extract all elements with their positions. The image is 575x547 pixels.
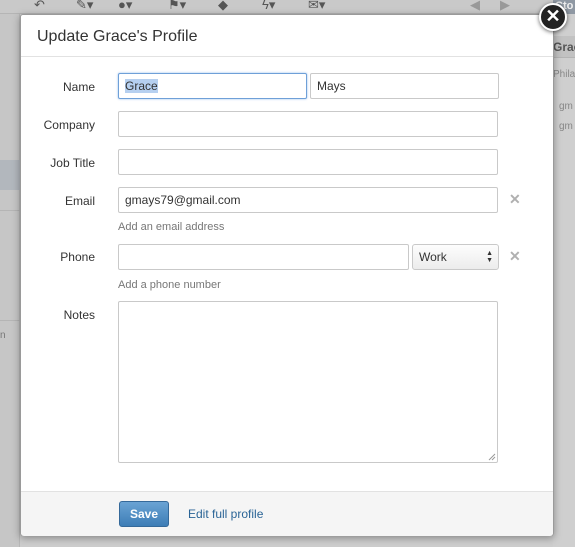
right-panel-title: Grace [553, 36, 575, 58]
modal-footer: Save Edit full profile [21, 491, 553, 536]
sidebar-divider [0, 320, 20, 321]
modal-title: Update Grace's Profile [37, 28, 198, 45]
phone-type-select[interactable]: Work ▲ ▼ [412, 244, 499, 270]
remove-phone-icon[interactable]: ✕ [509, 249, 521, 263]
name-label: Name [62, 80, 95, 94]
phone-label: Phone [60, 250, 95, 264]
phone-type-value: Work [419, 250, 447, 264]
sidebar-divider [0, 210, 20, 211]
update-profile-modal: Update Grace's Profile Name Grace Mays C… [20, 14, 554, 536]
resize-grip-icon[interactable] [488, 453, 496, 461]
notes-textarea[interactable] [118, 301, 498, 463]
email-input[interactable]: gmays79@gmail.com [118, 187, 498, 213]
company-label: Company [43, 118, 95, 132]
edit-full-profile-link[interactable]: Edit full profile [188, 507, 263, 521]
mail-icon[interactable]: ✉▾ [308, 0, 325, 12]
sidebar-text-fragment: n [0, 330, 6, 341]
modal-header: Update Grace's Profile [21, 15, 553, 57]
job-title-input[interactable] [118, 149, 498, 175]
person-icon[interactable]: ●▾ [118, 0, 132, 12]
next-arrow-icon[interactable]: ▶ [500, 0, 510, 12]
undo-icon[interactable]: ↶ [34, 0, 45, 12]
first-name-input[interactable]: Grace [118, 73, 307, 99]
lightning-icon[interactable]: ϟ▾ [262, 0, 275, 12]
tag-icon[interactable]: ◆ [218, 0, 228, 12]
prev-arrow-icon[interactable]: ◀ [470, 0, 480, 12]
last-name-input[interactable]: Mays [310, 73, 499, 99]
right-panel-email: gm [559, 101, 573, 112]
right-panel-location: Philad [553, 69, 575, 80]
phone-input[interactable] [118, 244, 409, 270]
background-sidebar: n [0, 14, 20, 547]
close-icon[interactable]: ✕ [539, 3, 567, 31]
add-contact-icon[interactable]: ✎▾ [76, 0, 93, 12]
background-right-panel: Cto Grace Philad gm gm [553, 0, 575, 547]
first-name-value: Grace [125, 79, 158, 93]
flag-icon[interactable]: ⚑▾ [168, 0, 186, 12]
select-arrows-icon: ▲ ▼ [486, 250, 493, 264]
company-input[interactable] [118, 111, 498, 137]
save-button[interactable]: Save [119, 501, 169, 527]
job-title-label: Job Title [50, 156, 95, 170]
notes-label: Notes [63, 308, 95, 322]
add-phone-link[interactable]: Add a phone number [118, 278, 221, 292]
add-email-link[interactable]: Add an email address [118, 220, 224, 234]
remove-email-icon[interactable]: ✕ [509, 192, 521, 206]
background-toolbar: ↶ ✎▾ ●▾ ⚑▾ ◆ ϟ▾ ✉▾ ◀ ▶ [0, 0, 575, 14]
email-label: Email [64, 194, 95, 208]
sidebar-selected-item[interactable] [0, 160, 20, 190]
right-panel-email: gm [559, 121, 573, 132]
